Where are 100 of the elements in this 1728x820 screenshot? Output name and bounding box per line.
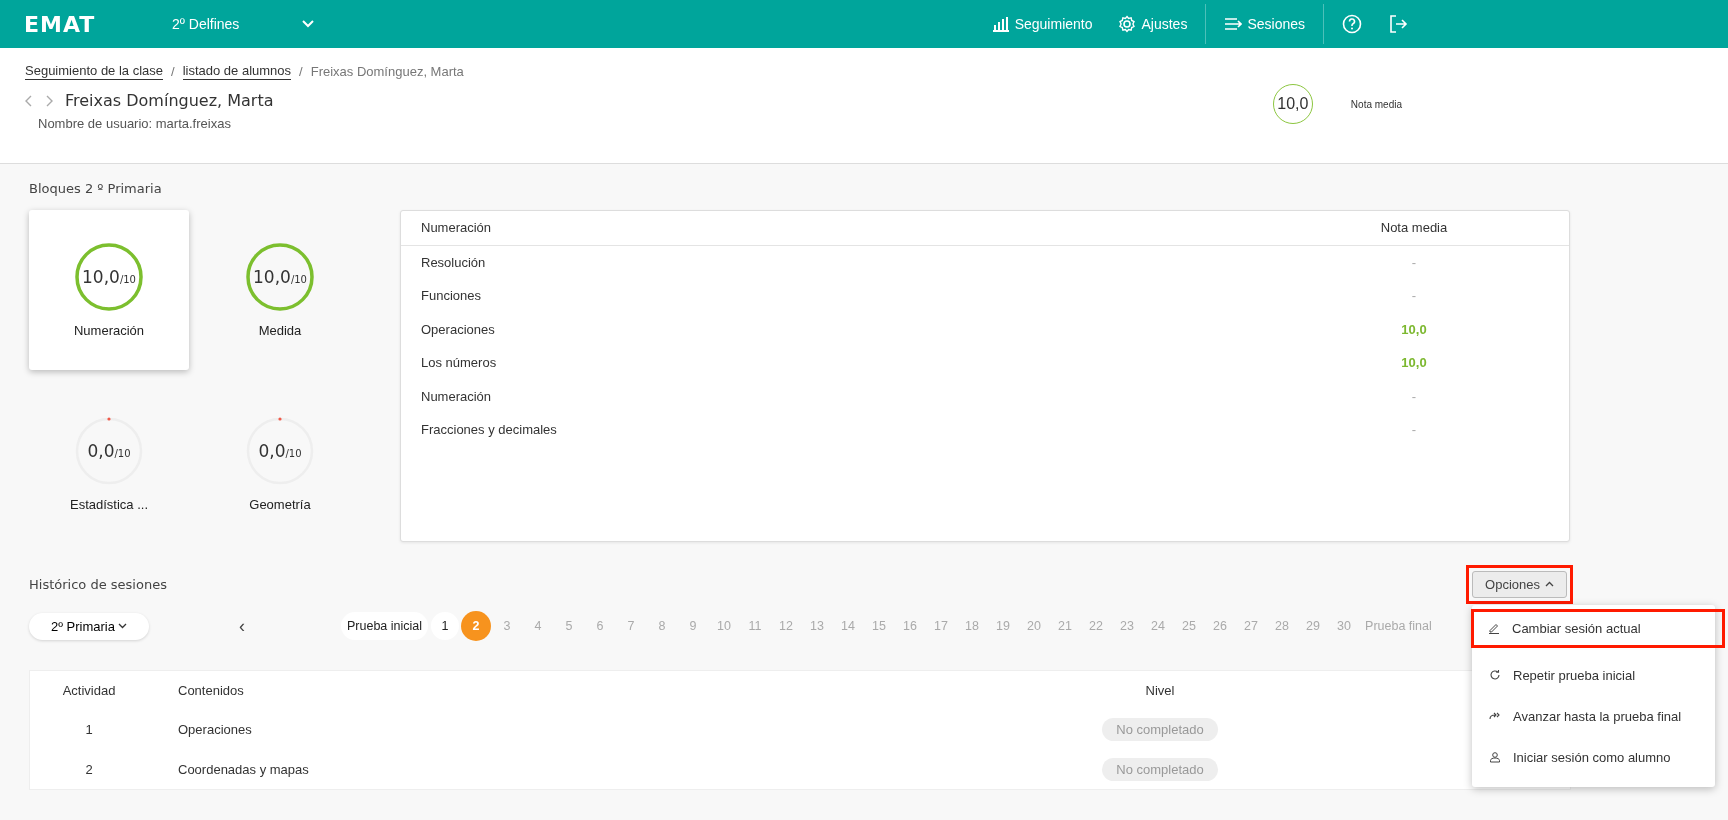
chevron-down-icon bbox=[302, 20, 314, 28]
session-page[interactable]: 12 bbox=[772, 612, 801, 640]
session-page[interactable]: 13 bbox=[803, 612, 832, 640]
block-card[interactable]: 10,0/10 Medida bbox=[200, 210, 360, 370]
block-card[interactable]: 0,0/10 Estadística ... bbox=[29, 384, 189, 544]
class-selector[interactable]: 2º Delfines bbox=[144, 16, 314, 32]
block-card[interactable]: 0,0/10 Geometría bbox=[200, 384, 360, 544]
table-cell-text: Operaciones bbox=[177, 721, 253, 737]
session-page[interactable]: 18 bbox=[958, 612, 987, 640]
bar-chart-icon bbox=[991, 16, 1010, 32]
previous-button[interactable]: ‹ bbox=[233, 615, 251, 637]
breadcrumb-link[interactable]: listado de alumnos bbox=[182, 63, 292, 80]
average-label: Nota media bbox=[1350, 98, 1402, 110]
block-name: Estadística ... bbox=[69, 496, 148, 512]
menu-item[interactable]: Repetir prueba inicial bbox=[1472, 656, 1715, 695]
table-cell-text: Funciones bbox=[421, 288, 482, 304]
session-page[interactable]: 9 bbox=[679, 612, 708, 640]
score-ring bbox=[246, 416, 314, 485]
session-page[interactable]: Prueba final bbox=[1361, 612, 1436, 640]
session-page[interactable]: 7 bbox=[617, 612, 646, 640]
session-page[interactable]: 2 bbox=[462, 612, 491, 640]
student-name: Freixas Domínguez, Marta bbox=[65, 91, 274, 110]
nav-link[interactable]: Sesiones bbox=[1211, 16, 1318, 32]
score-ring bbox=[246, 242, 314, 311]
pencil-icon bbox=[1488, 622, 1500, 634]
username-text: Nombre de usuario: marta.freixas bbox=[38, 116, 232, 131]
status-badge: No completado bbox=[1102, 717, 1218, 741]
chevron-up-icon bbox=[1545, 581, 1554, 587]
session-page[interactable]: 19 bbox=[989, 612, 1018, 640]
table-cell-text: 10,0 bbox=[1400, 321, 1428, 337]
session-page[interactable]: 6 bbox=[586, 612, 615, 640]
session-page[interactable]: 26 bbox=[1206, 612, 1235, 640]
user-icon bbox=[1489, 751, 1501, 763]
table-cell-text: Operaciones bbox=[421, 321, 496, 337]
chevron-right-icon[interactable] bbox=[45, 94, 53, 107]
block-name: Numeración bbox=[73, 322, 145, 338]
session-page[interactable]: 1 bbox=[431, 612, 460, 640]
session-page[interactable]: 23 bbox=[1113, 612, 1142, 640]
session-page[interactable]: 4 bbox=[524, 612, 553, 640]
menu-item[interactable]: Iniciar sesión como alumno bbox=[1472, 738, 1715, 777]
nav-link[interactable]: Seguimiento bbox=[978, 16, 1106, 32]
column-header: Nota media bbox=[1379, 220, 1449, 236]
column-header: Nivel bbox=[1144, 682, 1176, 698]
block-score: 0,0/10 bbox=[258, 440, 302, 461]
session-page[interactable]: 20 bbox=[1020, 612, 1049, 640]
table-cell-text: Resolución bbox=[421, 254, 487, 270]
block-name: Geometría bbox=[249, 496, 311, 512]
session-page[interactable]: 5 bbox=[555, 612, 584, 640]
session-page[interactable]: 21 bbox=[1051, 612, 1080, 640]
session-page[interactable]: 11 bbox=[741, 612, 770, 640]
menu-item[interactable]: Avanzar hasta la prueba final bbox=[1472, 697, 1715, 736]
breadcrumb-current: Freixas Domínguez, Marta bbox=[310, 64, 464, 79]
table-cell-text: 1 bbox=[84, 721, 94, 737]
session-page[interactable]: 25 bbox=[1175, 612, 1204, 640]
menu-item[interactable]: Cambiar sesión actual bbox=[1471, 609, 1725, 648]
section-title: Bloques 2 º Primaria bbox=[29, 181, 163, 196]
session-page[interactable]: 15 bbox=[865, 612, 894, 640]
forward-icon bbox=[1489, 710, 1501, 722]
help-icon[interactable] bbox=[1342, 14, 1362, 34]
session-page[interactable]: 28 bbox=[1268, 612, 1297, 640]
session-page[interactable]: 29 bbox=[1299, 612, 1328, 640]
score-ring bbox=[75, 416, 143, 485]
session-page[interactable]: 14 bbox=[834, 612, 863, 640]
level-selector[interactable]: 2º Primaria bbox=[29, 612, 149, 640]
session-page[interactable]: 27 bbox=[1237, 612, 1266, 640]
table-cell-text: Coordenadas y mapas bbox=[177, 761, 310, 777]
table-cell-text: 2 bbox=[84, 761, 94, 777]
table-cell-text: - bbox=[1410, 288, 1418, 304]
table-cell-text: Los números bbox=[421, 355, 498, 371]
session-page[interactable]: 8 bbox=[648, 612, 677, 640]
refresh-icon bbox=[1489, 669, 1501, 681]
options-button[interactable]: Opciones bbox=[1472, 570, 1567, 598]
table-cell-text: Fracciones y decimales bbox=[421, 422, 558, 438]
block-score: 10,0/10 bbox=[82, 266, 136, 287]
session-page[interactable]: 16 bbox=[896, 612, 925, 640]
table-cell-text: - bbox=[1410, 422, 1418, 438]
session-page[interactable]: 24 bbox=[1144, 612, 1173, 640]
session-page[interactable]: 22 bbox=[1082, 612, 1111, 640]
logout-icon[interactable] bbox=[1388, 14, 1408, 34]
session-page[interactable]: Prueba inicial bbox=[341, 612, 429, 640]
breadcrumb-separator: / bbox=[171, 64, 175, 79]
status-badge: No completado bbox=[1102, 757, 1218, 781]
column-header: Actividad bbox=[61, 682, 117, 698]
column-header: Numeración bbox=[421, 220, 493, 236]
session-page[interactable]: 17 bbox=[927, 612, 956, 640]
breadcrumb-separator: / bbox=[299, 64, 303, 79]
section-title: Histórico de sesiones bbox=[29, 576, 167, 592]
chevron-down-icon bbox=[118, 623, 127, 629]
session-page[interactable]: 3 bbox=[493, 612, 522, 640]
table-cell-text: 10,0 bbox=[1400, 355, 1428, 371]
block-card[interactable]: 10,0/10 Numeración bbox=[29, 210, 189, 370]
nav-link[interactable]: Ajustes bbox=[1105, 15, 1201, 33]
menu-icon bbox=[1224, 17, 1243, 31]
table-cell-text: Numeración bbox=[421, 388, 493, 404]
session-page[interactable]: 10 bbox=[710, 612, 739, 640]
chevron-left-icon[interactable] bbox=[25, 94, 33, 107]
column-header: Contenidos bbox=[177, 682, 245, 698]
app-logo[interactable]: EMAT bbox=[24, 11, 144, 37]
session-page[interactable]: 30 bbox=[1330, 612, 1359, 640]
breadcrumb-link[interactable]: Seguimiento de la clase bbox=[25, 63, 164, 80]
